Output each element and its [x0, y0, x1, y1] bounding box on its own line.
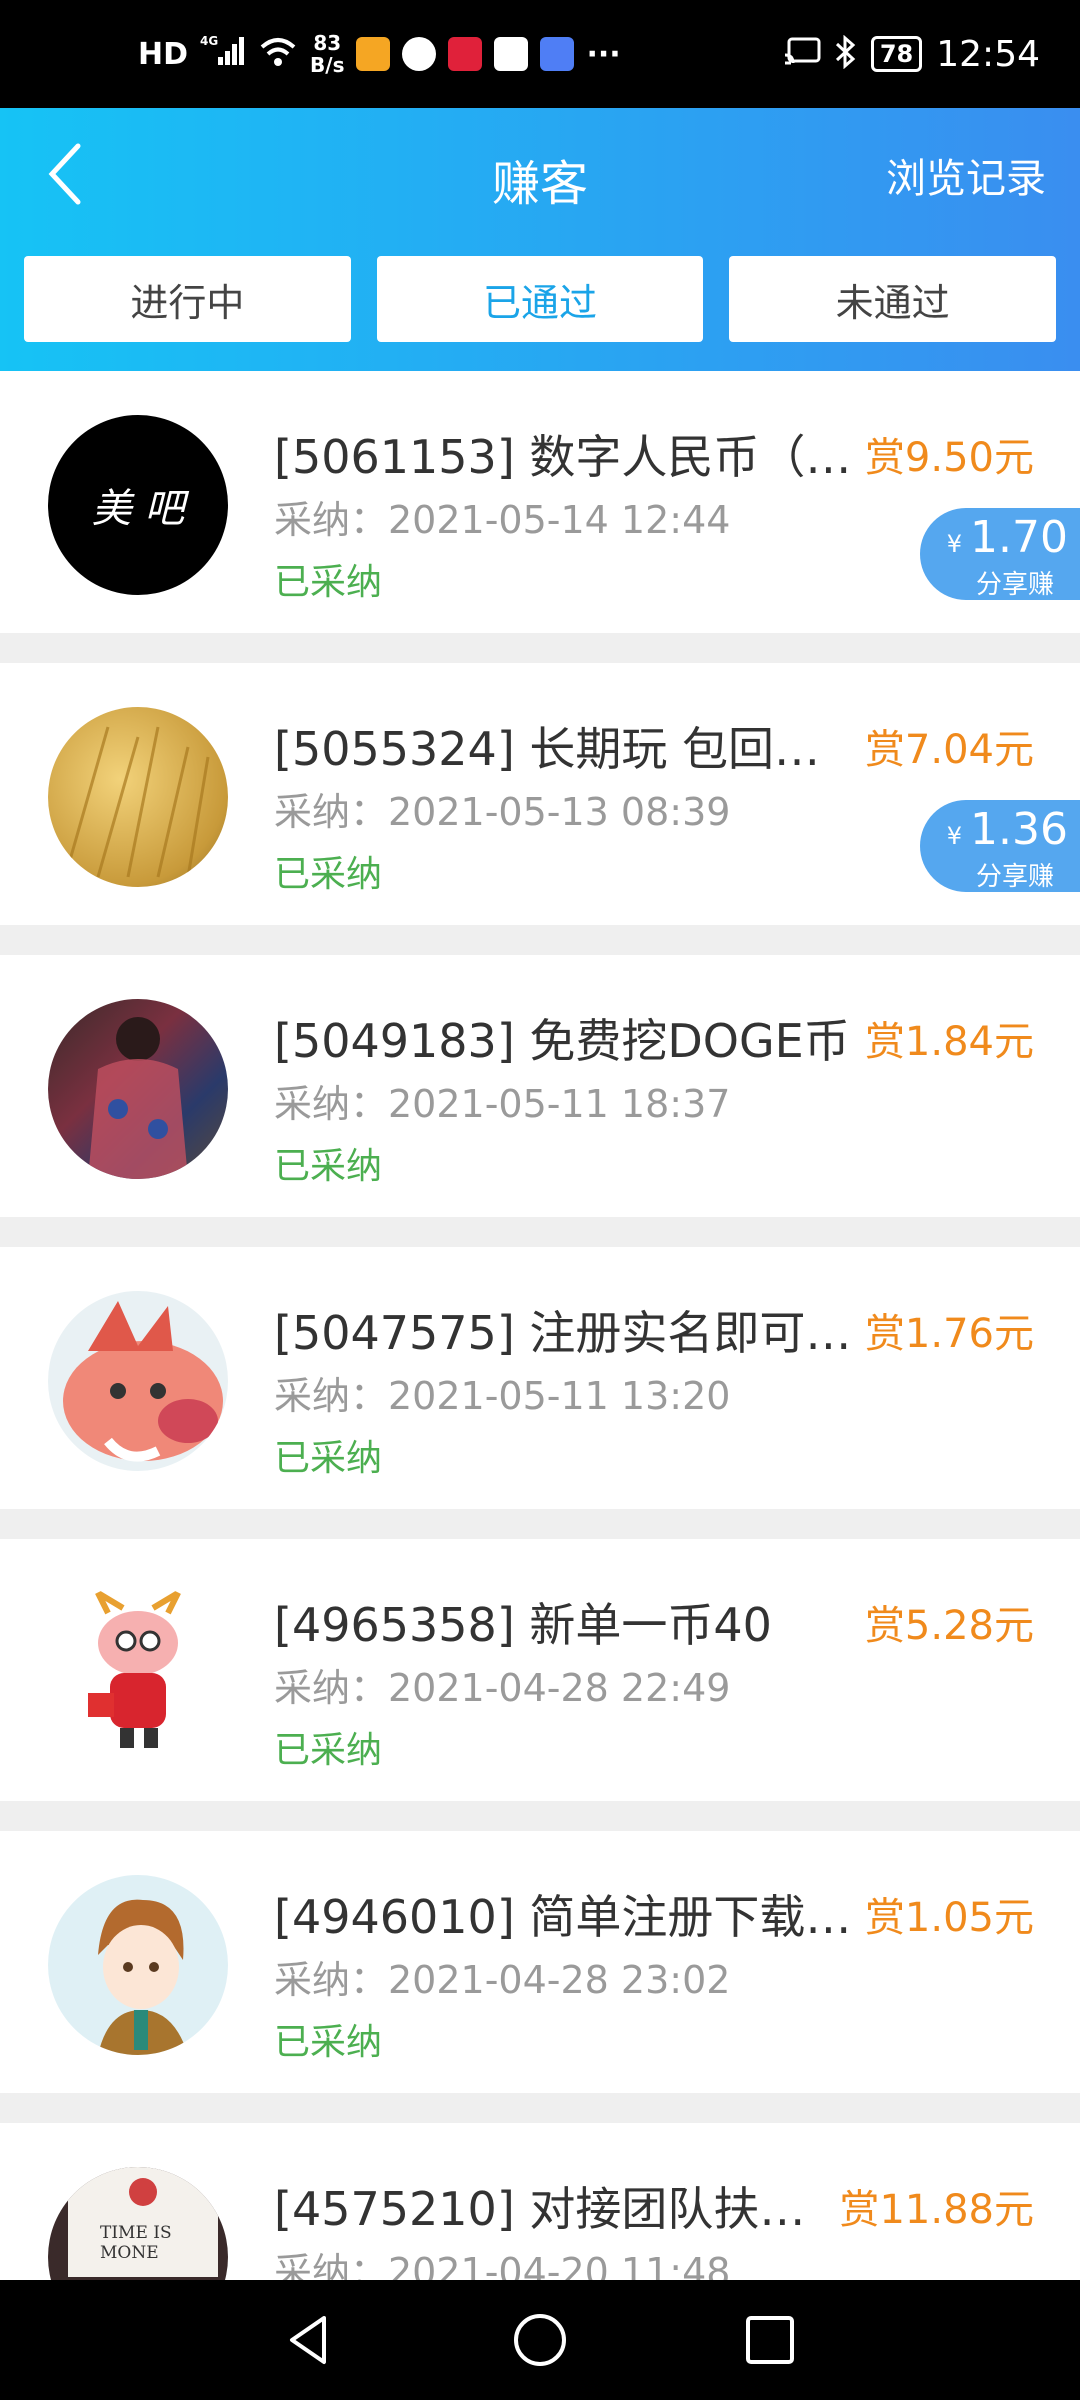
music-app-icon	[540, 37, 575, 71]
status-label: 已采纳	[274, 562, 383, 603]
wifi-icon	[258, 35, 298, 73]
hd-icon: HD	[138, 36, 189, 72]
adopt-time: 采纳：2021-05-11 13:20	[274, 1374, 731, 1418]
task-row[interactable]: [5047575] 注册实名即可… 采纳：2021-05-11 13:20 已采…	[0, 1247, 1080, 1509]
avatar: 美 吧	[48, 415, 228, 595]
status-label: 已采纳	[274, 1146, 383, 1187]
avatar	[48, 999, 228, 1179]
task-title: [4946010] 简单注册下载…	[274, 1890, 852, 1944]
share-label: 分享赚	[975, 862, 1054, 892]
status-label: 已采纳	[274, 854, 383, 895]
tab-approved[interactable]: 已通过	[376, 256, 704, 342]
task-title: [5049183] 免费挖DOGE币	[274, 1014, 850, 1068]
app-header: 赚客 浏览记录 进行中 已通过 未通过	[0, 108, 1080, 371]
avatar	[48, 707, 228, 887]
nav-back-icon[interactable]	[280, 2310, 340, 2370]
tab-rejected[interactable]: 未通过	[729, 256, 1057, 342]
share-label: 分享赚	[975, 570, 1054, 600]
adopt-time: 采纳：2021-05-13 08:39	[274, 790, 731, 834]
reward-amount: 赏1.84元	[864, 1019, 1034, 1065]
task-row[interactable]: TIME IS MONE [4575210] 对接团队扶… 采纳：2021-04…	[0, 2123, 1080, 2280]
adopt-time: 采纳：2021-04-28 23:02	[274, 1958, 731, 2002]
adopt-time: 采纳：2021-05-11 18:37	[274, 1082, 731, 1126]
share-earn-badge[interactable]: ¥1.70 分享赚	[920, 508, 1080, 600]
share-amount: 1.36	[970, 804, 1068, 855]
task-row[interactable]: [5049183] 免费挖DOGE币 采纳：2021-05-11 18:37 已…	[0, 955, 1080, 1217]
status-bar: HD 4G 83 B/s ··· 78 12:54	[0, 0, 1080, 108]
svg-text:4G: 4G	[200, 34, 218, 48]
gallery-app-icon	[494, 37, 529, 71]
reward-amount: 赏11.88元	[839, 2187, 1034, 2233]
avatar: TIME IS MONE	[48, 2167, 228, 2280]
adopt-time: 采纳：2021-04-20 11:48	[274, 2250, 731, 2280]
task-row[interactable]: [5055324] 长期玩 包回收… 采纳：2021-05-13 08:39 已…	[0, 663, 1080, 925]
status-tabs: 进行中 已通过 未通过	[24, 256, 1057, 342]
runner-app-icon	[356, 37, 391, 71]
nav-recents-icon[interactable]	[740, 2310, 800, 2370]
reward-amount: 赏9.50元	[864, 435, 1034, 481]
avatar	[48, 1583, 228, 1763]
nav-home-icon[interactable]	[510, 2310, 570, 2370]
task-title: [5061153] 数字人民币（…	[274, 430, 852, 484]
task-title: [5055324] 长期玩 包回收…	[274, 722, 854, 776]
task-row[interactable]: 美 吧 [5061153] 数字人民币（… 采纳：2021-05-14 12:4…	[0, 371, 1080, 633]
avatar	[48, 1875, 228, 2055]
adopt-time: 采纳：2021-05-14 12:44	[274, 498, 731, 542]
tab-in-progress[interactable]: 进行中	[24, 256, 351, 342]
clock: 12:54	[936, 33, 1040, 75]
share-amount: 1.70	[970, 512, 1068, 563]
task-title: [4965358] 新单一币40	[274, 1598, 772, 1652]
task-row[interactable]: [4965358] 新单一币40 采纳：2021-04-28 22:49 已采纳…	[0, 1539, 1080, 1801]
reward-amount: 赏1.76元	[864, 1311, 1034, 1357]
signal-icon: 4G	[200, 33, 246, 75]
yen-symbol: ¥	[946, 530, 963, 558]
net-speed: 83 B/s	[310, 31, 345, 77]
task-row[interactable]: [4946010] 简单注册下载… 采纳：2021-04-28 23:02 已采…	[0, 1831, 1080, 2093]
status-label: 已采纳	[274, 1730, 383, 1771]
yen-symbol: ¥	[946, 822, 963, 850]
status-label: 已采纳	[274, 1438, 383, 1479]
system-nav-bar	[0, 2280, 1080, 2400]
reward-amount: 赏1.05元	[864, 1895, 1034, 1941]
share-earn-badge[interactable]: ¥1.36 分享赚	[920, 800, 1080, 892]
task-title: [5047575] 注册实名即可…	[274, 1306, 852, 1360]
battery-icon: 78	[870, 36, 923, 72]
cast-icon	[784, 37, 821, 71]
avatar	[48, 1291, 228, 1471]
chat-app-icon	[402, 37, 437, 71]
adopt-time: 采纳：2021-04-28 22:49	[274, 1666, 731, 1710]
reward-amount: 赏7.04元	[864, 727, 1034, 773]
bank-app-icon	[448, 37, 483, 71]
more-notifications-icon: ···	[586, 36, 621, 72]
status-label: 已采纳	[274, 2022, 383, 2063]
task-title: [4575210] 对接团队扶…	[274, 2182, 806, 2236]
bluetooth-icon	[835, 34, 857, 73]
reward-amount: 赏5.28元	[864, 1603, 1034, 1649]
browse-history-button[interactable]: 浏览记录	[886, 146, 1046, 204]
task-list: 美 吧 [5061153] 数字人民币（… 采纳：2021-05-14 12:4…	[0, 371, 1080, 2280]
